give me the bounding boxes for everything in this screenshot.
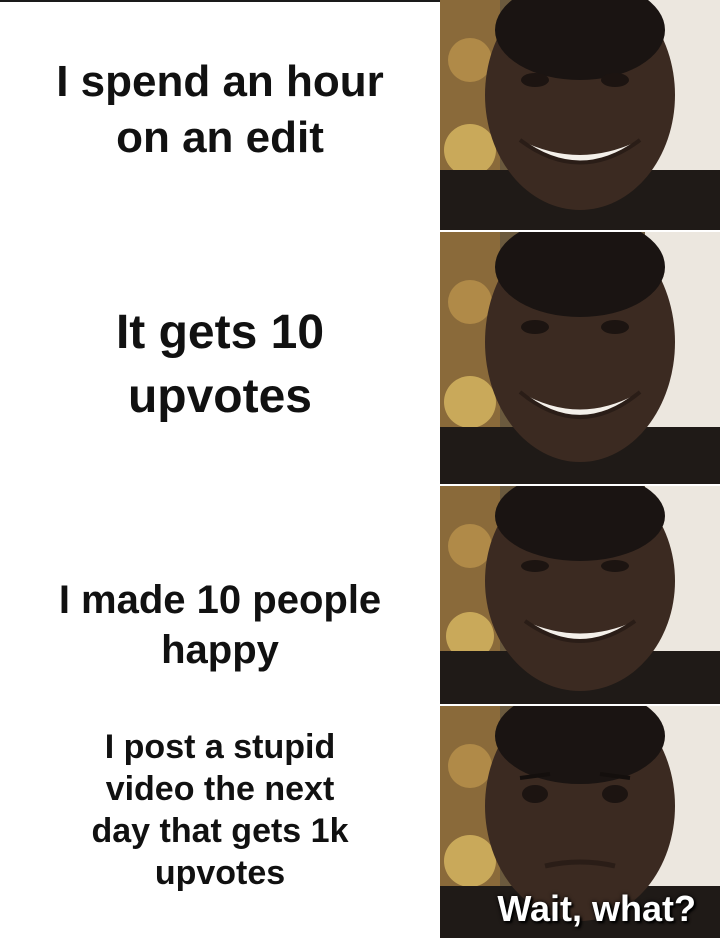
reaction-panel-2 <box>440 232 720 484</box>
meme-canvas: I spend an hour on an edit It gets 10 up… <box>0 0 720 938</box>
reaction-panel-3 <box>440 486 720 704</box>
reaction-panel-4: Wait, what? <box>440 706 720 938</box>
caption-2-line-2: upvotes <box>127 370 312 423</box>
caption-4-line-3: day that gets 1k <box>91 812 349 850</box>
caption-4: I post a stupid video the next day that … <box>0 720 440 900</box>
smiling-face-image <box>440 232 720 484</box>
caption-1-line-1: I spend an hour <box>56 57 384 106</box>
caption-2-line-1: It gets 10 <box>115 306 325 359</box>
caption-2: It gets 10 upvotes <box>0 290 440 440</box>
panel-4-overlay-text: Wait, what? <box>497 888 696 929</box>
caption-3-line-1: I made 10 people <box>58 578 382 622</box>
reaction-panel-1 <box>440 0 720 230</box>
smiling-face-image <box>440 0 720 230</box>
top-border <box>0 0 440 2</box>
caption-4-line-1: I post a stupid <box>104 728 336 766</box>
caption-1-line-2: on an edit <box>116 113 324 162</box>
caption-3-line-2: happy <box>161 628 279 672</box>
caption-4-line-2: video the next <box>105 770 335 808</box>
smiling-face-image <box>440 486 720 704</box>
caption-3: I made 10 people happy <box>0 560 440 690</box>
caption-1: I spend an hour on an edit <box>0 30 440 190</box>
caption-4-line-4: upvotes <box>154 854 286 892</box>
